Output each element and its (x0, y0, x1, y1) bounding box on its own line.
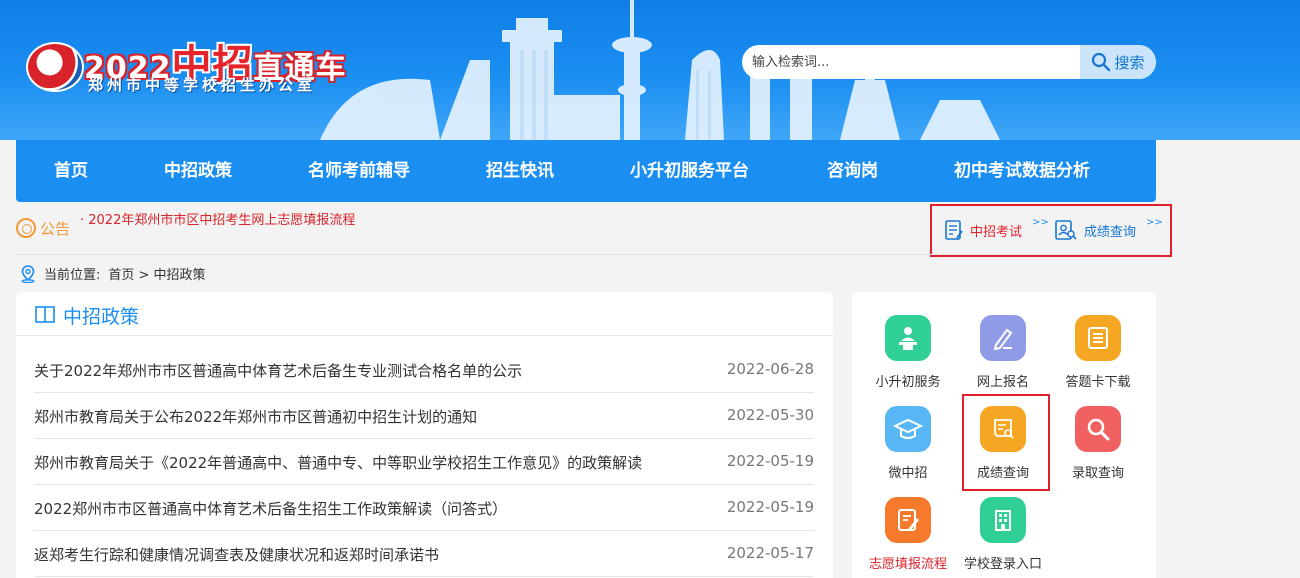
answer-sheet-icon (1075, 315, 1121, 361)
nav-item-data-analysis[interactable]: 初中考试数据分析 (954, 140, 1090, 202)
search-button[interactable]: 搜索 (1080, 45, 1156, 79)
list-item-title[interactable]: 关于2022年郑州市市区普通高中体育艺术后备生专业测试合格名单的公示 (34, 360, 522, 381)
nav-item-home[interactable]: 首页 (54, 140, 88, 202)
book-icon (35, 306, 55, 323)
quick-link-exam-label: 中招考试 (970, 224, 1023, 240)
policy-card-title: 中招政策 (63, 306, 140, 328)
logo-subtitle: 郑州市中等学校招生办公室 (88, 76, 317, 94)
service-primary-transition[interactable]: 小升初服务 (863, 315, 953, 399)
service-label: 答题卡下载 (1065, 375, 1131, 390)
location-pin-icon (21, 264, 35, 283)
list-item[interactable]: 2022郑州市市区普通高中体育艺术后备生招生工作政策解读（问答式） 2022-0… (34, 485, 814, 531)
service-answer-sheet[interactable]: 答题卡下载 (1053, 315, 1143, 399)
list-item[interactable]: 郑州市教育局关于公布2022年郑州市市区普通初中招生计划的通知 2022-05-… (34, 393, 814, 439)
pen-register-icon (980, 315, 1026, 361)
list-item-date: 2022-05-30 (726, 406, 814, 424)
divider (16, 254, 1156, 255)
breadcrumb-path[interactable]: 首页 > 中招政策 (108, 264, 205, 283)
quick-link-score-label: 成绩查询 (1084, 224, 1137, 240)
service-label: 小升初服务 (875, 375, 941, 390)
policy-card-header: 中招政策 (16, 292, 833, 336)
policy-card: 中招政策 关于2022年郑州市市区普通高中体育艺术后备生专业测试合格名单的公示 … (16, 292, 833, 578)
nav-item-policy[interactable]: 中招政策 (164, 140, 232, 202)
magnifier-icon (1075, 406, 1121, 452)
list-item-title[interactable]: 郑州市教育局关于公布2022年郑州市市区普通初中招生计划的通知 (34, 406, 477, 427)
nav-item-primary-service[interactable]: 小升初服务平台 (630, 140, 749, 202)
main-nav: 首页 中招政策 名师考前辅导 招生快讯 小升初服务平台 咨询岗 初中考试数据分析 (16, 140, 1156, 202)
score-query-highlight (962, 394, 1050, 491)
nav-item-consult[interactable]: 咨询岗 (827, 140, 878, 202)
nav-item-tutoring[interactable]: 名师考前辅导 (308, 140, 410, 202)
nav-item-news[interactable]: 招生快讯 (486, 140, 554, 202)
service-application-process[interactable]: 志愿填报流程 (863, 497, 953, 578)
notice-label: 公告 (40, 220, 71, 238)
quick-link-exam[interactable]: 中招考试 >> (944, 216, 1049, 244)
exam-doc-icon (945, 220, 963, 240)
notice-link[interactable]: · 2022年郑州市市区中招考生网上志愿填报流程 (80, 209, 355, 228)
teacher-podium-icon (885, 315, 931, 361)
list-item-title[interactable]: 郑州市教育局关于《2022年普通高中、普通中专、中等职业学校招生工作意见》的政策… (34, 452, 642, 473)
quick-link-score[interactable]: 成绩查询 >> (1054, 216, 1163, 244)
list-item-title[interactable]: 2022郑州市市区普通高中体育艺术后备生招生工作政策解读（问答式） (34, 498, 507, 519)
list-item[interactable]: 关于2022年郑州市市区普通高中体育艺术后备生专业测试合格名单的公示 2022-… (34, 347, 814, 393)
building-icon (980, 497, 1026, 543)
header-banner: 2022中招直通车 郑州市中等学校招生办公室 搜索 (0, 0, 1300, 140)
list-item[interactable]: 返郑考生行踪和健康情况调查表及健康状况和返郑时间承诺书 2022-05-17 (34, 531, 814, 577)
service-label: 志愿填报流程 (868, 557, 947, 572)
list-item-date: 2022-06-28 (726, 360, 814, 378)
quick-links-highlight: 中招考试 >> 成绩查询 >> (930, 204, 1172, 257)
speaker-icon (16, 218, 36, 238)
breadcrumb-label: 当前位置: (44, 268, 101, 283)
double-chevron-icon: >> (1146, 216, 1163, 228)
graduation-cap-icon (885, 406, 931, 452)
service-label: 学校登录入口 (963, 557, 1042, 572)
list-item-date: 2022-05-19 (726, 452, 814, 470)
service-label: 网上报名 (976, 375, 1029, 390)
search-input[interactable] (742, 45, 1080, 79)
form-edit-icon (885, 497, 931, 543)
service-school-login[interactable]: 学校登录入口 (958, 497, 1048, 578)
search-bar: 搜索 (742, 45, 1156, 79)
service-admission-query[interactable]: 录取查询 (1053, 406, 1143, 490)
service-online-register[interactable]: 网上报名 (958, 315, 1048, 399)
list-item-title[interactable]: 返郑考生行踪和健康情况调查表及健康状况和返郑时间承诺书 (34, 544, 439, 565)
list-item-date: 2022-05-17 (726, 544, 814, 562)
search-icon (1092, 52, 1111, 72)
service-label: 录取查询 (1071, 466, 1124, 481)
score-search-icon (1055, 220, 1077, 240)
site-logo[interactable]: 2022中招直通车 郑州市中等学校招生办公室 (26, 14, 346, 104)
train-logo-icon (26, 42, 84, 92)
list-item[interactable]: 郑州市教育局关于《2022年普通高中、普通中专、中等职业学校招生工作意见》的政策… (34, 439, 814, 485)
service-wechat[interactable]: 微中招 (863, 406, 953, 490)
search-button-label: 搜索 (1114, 53, 1145, 72)
breadcrumb: 当前位置: 首页 > 中招政策 (20, 264, 206, 283)
list-item-date: 2022-05-19 (726, 498, 814, 516)
service-label: 微中招 (888, 466, 928, 481)
double-chevron-icon: >> (1032, 216, 1049, 228)
